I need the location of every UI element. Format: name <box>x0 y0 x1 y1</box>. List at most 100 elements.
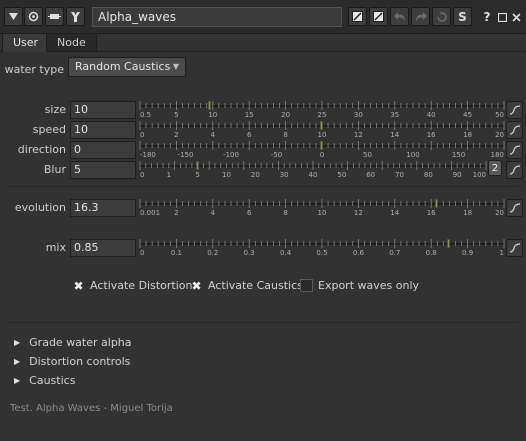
redo-icon[interactable] <box>411 7 430 26</box>
revert-icon[interactable] <box>432 7 451 26</box>
size-input[interactable]: 10 <box>70 101 136 119</box>
checkbox-empty-icon <box>300 279 313 292</box>
slider-tick-label: 18 <box>463 209 473 217</box>
slider-tick-label: 0.8 <box>425 249 437 257</box>
blur-input[interactable]: 5 <box>70 161 136 179</box>
animation-curve-glyph <box>509 104 520 115</box>
divider <box>8 186 518 187</box>
curve-icon[interactable] <box>506 239 523 257</box>
blur-channel-badge[interactable]: 2 <box>488 160 502 176</box>
curve-icon[interactable] <box>506 101 523 119</box>
group-grade-water-alpha[interactable]: ▶ Grade water alpha <box>14 336 132 349</box>
slider-tick-label: 0.4 <box>280 249 292 257</box>
help-icon[interactable]: ? <box>481 7 493 27</box>
settings-icon[interactable] <box>24 7 43 26</box>
activate-distortion-checkbox[interactable]: ✖ Activate Distortion <box>72 279 193 293</box>
evolution-slider[interactable]: 0.001 2 4 6 8 10 12 14 16 18 20 <box>139 199 505 217</box>
water-type-dropdown[interactable]: Random Caustics ▼ <box>68 57 186 77</box>
chevron-down-icon: ▼ <box>172 62 179 71</box>
float-panel-alt-icon[interactable] <box>369 7 388 26</box>
snapshot-icon[interactable]: S <box>453 7 472 26</box>
slider-tick-label: 10 <box>222 171 231 179</box>
blur-slider-track <box>139 161 487 170</box>
size-label: size <box>44 103 66 116</box>
slider-tick-label: 0 <box>140 249 145 257</box>
tab-user[interactable]: User <box>2 33 50 52</box>
slider-tick-label: 0 <box>140 131 145 139</box>
water-type-label: water type <box>4 63 64 76</box>
direction-slider[interactable]: -180 -150 -100 -50 0 50 100 150 180 <box>139 141 505 159</box>
activate-caustics-checkbox[interactable]: ✖ Activate Caustics <box>190 278 302 293</box>
group-distortion-controls[interactable]: ▶ Distortion controls <box>14 355 130 368</box>
direction-input[interactable]: 0 <box>70 141 136 159</box>
blur-slider-handle[interactable] <box>195 161 199 170</box>
node-header: Alpha_waves S ? <box>0 0 526 34</box>
curve-icon[interactable] <box>506 199 523 217</box>
curve-icon[interactable] <box>506 161 523 179</box>
slider-tick-label: 0.6 <box>352 249 364 257</box>
slider-tick-label: 2 <box>174 209 179 217</box>
slider-tick-label: 18 <box>463 131 473 139</box>
blur-slider[interactable]: 0 1 5 10 20 30 40 50 60 70 80 90 100 <box>139 161 487 179</box>
animation-curve-glyph <box>509 242 520 253</box>
slider-tick-label: 40 <box>308 171 318 179</box>
slider-tick-label: 50 <box>495 111 504 119</box>
mix-slider-handle[interactable] <box>447 239 451 248</box>
slider-tick-label: 12 <box>353 209 363 217</box>
slider-tick-label: 14 <box>390 209 400 217</box>
slider-tick-label: 15 <box>244 111 254 119</box>
maximize-icon[interactable] <box>496 7 508 27</box>
speed-slider[interactable]: 0 2 4 6 8 10 12 14 16 18 20 <box>139 121 505 139</box>
slider-tick-label: 100 <box>406 151 420 159</box>
curve-icon[interactable] <box>506 141 523 159</box>
slider-tick-label: 8 <box>283 131 288 139</box>
tab-bar: User Node <box>0 33 526 52</box>
speed-input[interactable]: 10 <box>70 121 136 139</box>
size-slider[interactable]: 0.5 5 10 15 20 25 30 35 40 45 50 <box>139 101 505 119</box>
speed-label: speed <box>32 123 66 136</box>
evolution-slider-track <box>139 199 505 208</box>
mix-slider[interactable]: 0 0.1 0.2 0.3 0.4 0.5 0.6 0.7 0.8 0.9 1 <box>139 239 505 257</box>
group-label: Grade water alpha <box>29 336 132 349</box>
animation-curve-glyph <box>509 164 520 175</box>
activate-distortion-label: Activate Distortion <box>90 279 193 292</box>
slider-tick-label: 40 <box>426 111 436 119</box>
group-label: Distortion controls <box>29 355 131 368</box>
undo-icon[interactable] <box>390 7 409 26</box>
tab-node[interactable]: Node <box>46 33 97 52</box>
evolution-slider-handle[interactable] <box>434 199 438 208</box>
size-slider-track <box>139 101 505 110</box>
slider-tick-label: 70 <box>395 171 404 179</box>
group-label: Caustics <box>29 374 76 387</box>
slider-tick-label: 90 <box>452 171 462 179</box>
node-name-field[interactable]: Alpha_waves <box>92 7 342 27</box>
export-waves-only-checkbox[interactable]: Export waves only <box>300 279 419 292</box>
collapse-triangle-icon[interactable] <box>4 7 23 26</box>
slider-tick-label: 50 <box>337 171 347 179</box>
checkmark-icon: ✖ <box>191 278 202 293</box>
group-caustics[interactable]: ▶ Caustics <box>14 374 75 387</box>
curve-icon[interactable] <box>506 121 523 139</box>
slider-tick-label: 0.1 <box>170 249 182 257</box>
size-slider-handle[interactable] <box>207 101 211 110</box>
mix-input[interactable]: 0.85 <box>70 239 136 257</box>
node-icon[interactable] <box>45 7 64 26</box>
slider-tick-label: 10 <box>317 131 327 139</box>
tools-icon[interactable] <box>66 7 85 26</box>
footer-credit: Test. Alpha Waves - Miguel Torija <box>10 403 173 414</box>
slider-tick-label: 20 <box>495 131 504 139</box>
evolution-input[interactable]: 16.3 <box>70 199 136 217</box>
mix-label: mix <box>45 241 66 254</box>
close-icon[interactable] <box>510 7 522 27</box>
slider-tick-label: 6 <box>246 131 252 139</box>
slider-tick-label: 30 <box>279 171 289 179</box>
float-panel-icon[interactable] <box>348 7 367 26</box>
direction-slider-handle[interactable] <box>320 141 323 150</box>
slider-tick-label: 150 <box>451 151 466 159</box>
slider-tick-label: 45 <box>463 111 473 119</box>
animation-curve-glyph <box>509 124 520 135</box>
slider-tick-label: 0.9 <box>462 249 474 257</box>
speed-slider-handle[interactable] <box>320 121 323 130</box>
direction-label: direction <box>17 143 66 156</box>
slider-tick-label: 2 <box>174 131 179 139</box>
